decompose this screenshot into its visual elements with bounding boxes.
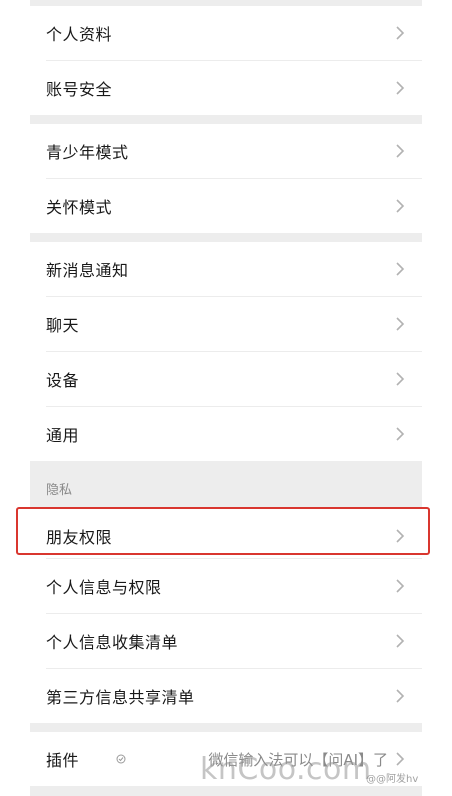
section-gap <box>30 786 422 796</box>
section-header-privacy: 隐私 <box>30 461 422 509</box>
chevron-right-icon <box>396 752 405 766</box>
settings-item-label: 个人资料 <box>46 25 113 44</box>
settings-item-label: 插件 <box>46 751 80 770</box>
section-gap <box>30 233 422 242</box>
chevron-right-icon <box>396 26 405 40</box>
settings-item-profile[interactable]: 个人资料 <box>30 6 422 60</box>
settings-item-label: 新消息通知 <box>46 261 129 280</box>
section-gap <box>30 723 422 732</box>
chevron-right-icon <box>396 317 405 331</box>
settings-item-account-security[interactable]: 账号安全 <box>30 61 422 115</box>
circle-status-icon <box>116 754 126 764</box>
chevron-right-icon <box>396 144 405 158</box>
settings-item-teen-mode[interactable]: 青少年模式 <box>30 124 422 178</box>
chevron-right-icon <box>396 427 405 441</box>
settings-item-label: 青少年模式 <box>46 143 129 162</box>
chevron-right-icon <box>396 634 405 648</box>
settings-item-label: 朋友权限 <box>46 528 113 547</box>
settings-item-general[interactable]: 通用 <box>30 407 422 461</box>
settings-item-label: 通用 <box>46 426 80 445</box>
chevron-right-icon <box>396 372 405 386</box>
chevron-right-icon <box>396 81 405 95</box>
settings-page: 个人资料 账号安全 青少年模式 关怀模式 新消息通知 聊天 设备 通用 隐私 朋… <box>0 0 452 796</box>
settings-item-care-mode[interactable]: 关怀模式 <box>30 179 422 233</box>
chevron-right-icon <box>396 199 405 213</box>
settings-item-third-party-sharing[interactable]: 第三方信息共享清单 <box>30 669 422 723</box>
section-gap <box>30 115 422 124</box>
settings-item-personal-info-collection[interactable]: 个人信息收集清单 <box>30 614 422 668</box>
settings-item-label: 账号安全 <box>46 80 113 99</box>
settings-item-friend-permissions[interactable]: 朋友权限 <box>30 509 422 563</box>
settings-item-label: 个人信息与权限 <box>46 578 162 597</box>
section-header-label: 隐私 <box>46 483 73 498</box>
settings-item-label: 个人信息收集清单 <box>46 633 179 652</box>
chevron-right-icon <box>396 529 405 543</box>
chevron-right-icon <box>396 262 405 276</box>
plugins-value: 微信输入法可以【问AI】了 <box>208 750 388 769</box>
settings-item-plugins[interactable]: 插件 微信输入法可以【问AI】了 <box>30 732 422 786</box>
settings-item-label: 关怀模式 <box>46 198 113 217</box>
settings-item-label: 第三方信息共享清单 <box>46 688 195 707</box>
settings-item-devices[interactable]: 设备 <box>30 352 422 406</box>
chevron-right-icon <box>396 579 405 593</box>
settings-item-label: 聊天 <box>46 316 80 335</box>
chevron-right-icon <box>396 689 405 703</box>
settings-item-notifications[interactable]: 新消息通知 <box>30 242 422 296</box>
settings-item-label: 设备 <box>46 371 80 390</box>
settings-item-personal-info-permissions[interactable]: 个人信息与权限 <box>30 559 422 613</box>
settings-item-chat[interactable]: 聊天 <box>30 297 422 351</box>
